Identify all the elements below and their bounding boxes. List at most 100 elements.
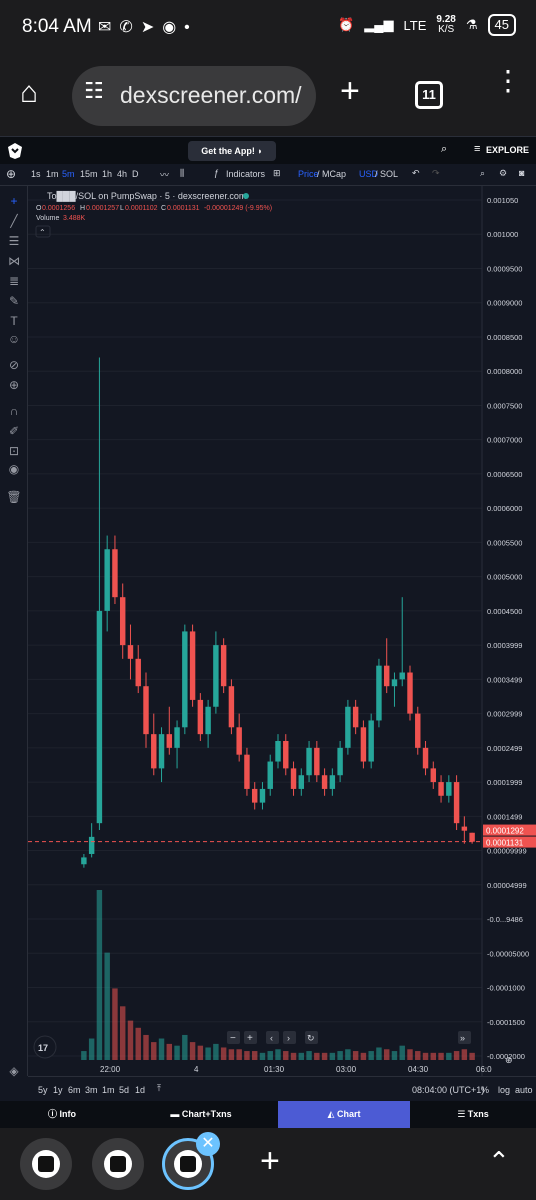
- sol-toggle[interactable]: SOL: [380, 169, 398, 179]
- candle-body: [290, 768, 297, 789]
- volume-bar: [298, 1052, 305, 1060]
- range-1m[interactable]: 1m: [102, 1085, 115, 1095]
- new-tab-icon[interactable]: +: [340, 72, 360, 111]
- tab-info[interactable]: ⓘ Info: [0, 1101, 124, 1128]
- more-menu-icon[interactable]: ⋮: [494, 67, 522, 95]
- layers-icon[interactable]: ◈: [6, 1064, 22, 1078]
- brush-icon[interactable]: ✎: [6, 294, 22, 308]
- range-1y[interactable]: 1y: [53, 1085, 63, 1095]
- dexscreener-logo[interactable]: [8, 143, 22, 159]
- menu-icon[interactable]: ≡: [474, 143, 480, 155]
- zoom-in-icon[interactable]: ⊕: [6, 378, 22, 392]
- home-icon[interactable]: ⌂: [20, 76, 38, 110]
- trash-icon[interactable]: 🗑: [6, 490, 22, 504]
- candle-type-icon[interactable]: ⫼: [180, 168, 184, 179]
- interval-15m[interactable]: 15m: [80, 169, 98, 179]
- price-tick-label: 0.0002999: [487, 710, 522, 719]
- dex-logo-icon: [104, 1150, 132, 1178]
- clock-label[interactable]: 08:04:00 (UTC+1): [412, 1085, 484, 1095]
- settings-icon[interactable]: ⚙: [499, 168, 507, 179]
- undo-icon[interactable]: ↶: [412, 168, 420, 179]
- volume-bar: [314, 1052, 320, 1060]
- explore-button[interactable]: EXPLORE: [486, 145, 529, 155]
- interval-5m[interactable]: 5m: [62, 169, 75, 179]
- legend-l-label: L: [120, 205, 124, 212]
- get-app-button[interactable]: Get the App! ◗: [188, 141, 276, 161]
- trendline-icon[interactable]: ╱: [6, 214, 22, 228]
- volume-bar: [251, 1051, 258, 1060]
- candle-body: [453, 782, 460, 824]
- lock-icon[interactable]: ⊡: [6, 444, 22, 458]
- tab-chart-txns[interactable]: ▬ Chart+Txns: [124, 1101, 278, 1128]
- price-tick-label: -0.0001000: [487, 984, 525, 993]
- percent-toggle[interactable]: %: [481, 1085, 489, 1095]
- bubble-2[interactable]: [92, 1138, 144, 1190]
- mcap-toggle[interactable]: MCap: [322, 169, 346, 179]
- url-bar[interactable]: ☷ dexscreener.com/: [72, 66, 316, 126]
- log-toggle[interactable]: log: [498, 1085, 510, 1095]
- range-5d[interactable]: 5d: [119, 1085, 129, 1095]
- volume-bar: [453, 1051, 460, 1060]
- axis-settings-icon[interactable]: ⊕: [505, 1055, 513, 1065]
- range-6m[interactable]: 6m: [68, 1085, 81, 1095]
- tab-switcher-button[interactable]: 11: [415, 81, 443, 109]
- tab-txns[interactable]: ☰ Txns: [410, 1101, 536, 1128]
- range-5y[interactable]: 5y: [38, 1085, 48, 1095]
- auto-toggle[interactable]: auto: [515, 1085, 533, 1095]
- search-chart-icon[interactable]: ⌕: [480, 168, 485, 179]
- horizontal-lines-icon[interactable]: ☰: [6, 234, 22, 248]
- interval-1m[interactable]: 1m: [46, 169, 59, 179]
- volume-bar: [360, 1052, 367, 1060]
- redo-icon[interactable]: ↷: [432, 168, 440, 179]
- line-chart-icon[interactable]: 〰: [160, 168, 169, 181]
- eye-icon[interactable]: ◉: [6, 462, 22, 476]
- volume-bar: [337, 1051, 343, 1060]
- site-settings-icon[interactable]: ☷: [84, 78, 104, 104]
- add-bubble-icon[interactable]: +: [260, 1142, 280, 1181]
- time-tick-label: 04:30: [408, 1065, 429, 1074]
- layout-icon[interactable]: ⊞: [273, 168, 281, 179]
- ruler-icon[interactable]: ⊘: [6, 358, 22, 372]
- legend-pair: To███/SOL on PumpSwap · 5 · dexscreener.…: [47, 190, 246, 202]
- volume-bar: [127, 1020, 134, 1060]
- interval-1h[interactable]: 1h: [102, 169, 112, 179]
- android-icon: ◗: [257, 146, 263, 156]
- camera-icon[interactable]: ◙: [519, 168, 524, 178]
- range-3m[interactable]: 3m: [85, 1085, 98, 1095]
- candle-body: [220, 645, 227, 687]
- bubble-nav: ✕ + ⌃: [0, 1128, 536, 1200]
- interval-4h[interactable]: 4h: [117, 169, 127, 179]
- date-range-icon[interactable]: ⤒: [157, 1083, 161, 1094]
- text-tool-icon[interactable]: T: [6, 314, 22, 328]
- last-price-label: 0.0001292: [486, 827, 524, 836]
- plus-icon: +: [247, 1033, 253, 1044]
- candle-body: [283, 740, 289, 769]
- search-icon[interactable]: ⌕: [441, 143, 447, 156]
- volume-bar: [189, 1042, 196, 1060]
- emoji-icon[interactable]: ☺: [6, 332, 22, 346]
- volume-bar: [166, 1043, 173, 1060]
- range-1d[interactable]: 1d: [135, 1085, 145, 1095]
- lock-drawing-icon[interactable]: ✐: [6, 424, 22, 438]
- candle-body: [469, 832, 475, 842]
- interval-d[interactable]: D: [132, 169, 139, 179]
- time-tick-label: 01:30: [264, 1065, 285, 1074]
- interval-1s[interactable]: 1s: [31, 169, 41, 179]
- magnet-icon[interactable]: ∩: [6, 404, 22, 418]
- crosshair-icon[interactable]: +: [6, 194, 22, 208]
- price-chart[interactable]: 0.001050 0.001000 0.0009500 0.0009000 0.0008…: [28, 186, 536, 1076]
- fib-icon[interactable]: ≣: [6, 274, 22, 288]
- usd-sol-separator: /: [375, 169, 378, 179]
- bubble-1[interactable]: [20, 1138, 72, 1190]
- indicators-icon[interactable]: ƒ: [214, 168, 219, 178]
- chevron-up-icon[interactable]: ⌃: [488, 1146, 510, 1177]
- volume-bar: [422, 1052, 429, 1060]
- pitchfork-icon[interactable]: ⋈: [6, 254, 22, 268]
- indicators-button[interactable]: Indicators: [226, 169, 265, 179]
- crosshair-add-icon[interactable]: ⊕: [6, 167, 16, 181]
- tab-chart[interactable]: ◭ Chart: [278, 1101, 410, 1128]
- time-axis: 22:00 4 01:30 03:00 04:30 06:0: [100, 1065, 492, 1074]
- volume-label: Volume: [36, 215, 59, 222]
- close-bubble-button[interactable]: ✕: [196, 1132, 220, 1156]
- price-toggle[interactable]: Price: [298, 169, 319, 179]
